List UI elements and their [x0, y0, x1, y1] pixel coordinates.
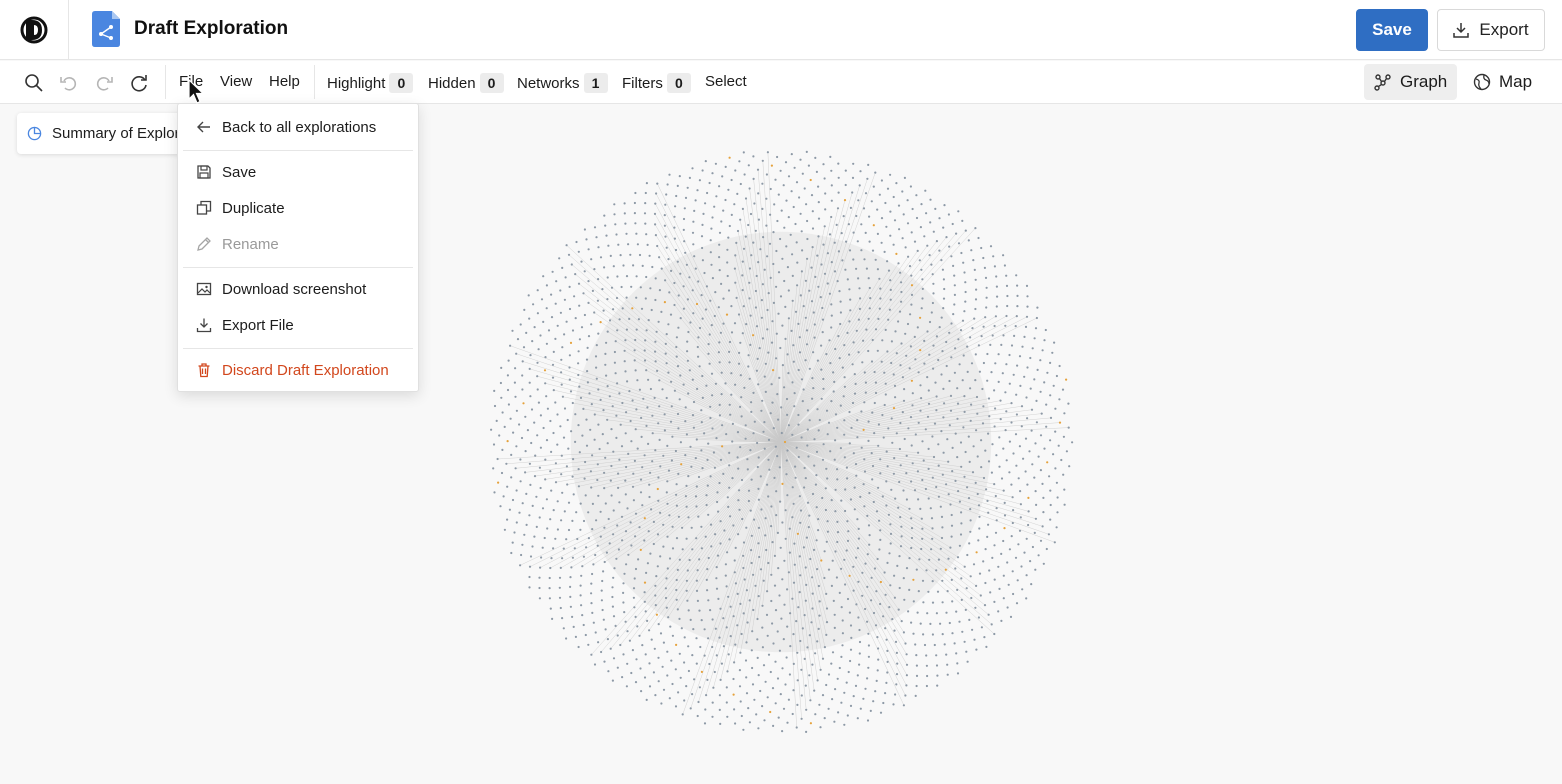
- hidden-toggle[interactable]: Hidden 0: [428, 73, 504, 93]
- highlight-toggle[interactable]: Highlight 0: [327, 73, 414, 93]
- menu-item-discard[interactable]: Discard Draft Exploration: [178, 353, 418, 387]
- graph-icon: [1374, 74, 1391, 91]
- redo-icon[interactable]: [93, 72, 115, 94]
- duplicate-icon: [196, 200, 212, 216]
- app-header: Draft Exploration Save Export: [0, 0, 1562, 60]
- networks-label: Networks: [517, 74, 580, 92]
- toolbar-divider: [165, 65, 166, 99]
- globe-icon: [1473, 73, 1491, 91]
- refresh-icon[interactable]: [128, 72, 150, 94]
- menu-item-back-to-explorations[interactable]: Back to all explorations: [178, 110, 418, 144]
- undo-icon[interactable]: [58, 72, 80, 94]
- document-icon: [92, 11, 120, 47]
- filters-count: 0: [666, 73, 691, 93]
- graph-view-button[interactable]: Graph: [1364, 64, 1458, 100]
- hidden-count: 0: [479, 73, 504, 93]
- menu-item-label: Back to all explorations: [222, 118, 377, 136]
- pencil-icon: [196, 236, 212, 252]
- image-icon: [196, 281, 212, 297]
- map-view-button[interactable]: Map: [1463, 64, 1542, 100]
- menu-view[interactable]: View: [220, 73, 252, 90]
- map-view-label: Map: [1499, 72, 1533, 91]
- export-button[interactable]: Export: [1437, 9, 1545, 51]
- menu-item-export-file[interactable]: Export File: [178, 308, 418, 342]
- highlight-count: 0: [389, 73, 414, 93]
- toolbar-divider: [314, 65, 315, 99]
- select-button[interactable]: Select: [705, 73, 747, 90]
- menu-item-save[interactable]: Save: [178, 155, 418, 189]
- mouse-cursor-icon: [188, 79, 205, 104]
- menu-divider: [183, 150, 413, 151]
- pie-chart-icon: [27, 126, 42, 141]
- menu-item-label: Save: [222, 163, 257, 181]
- menu-help[interactable]: Help: [269, 73, 300, 90]
- file-menu-dropdown: Back to all explorations Save Duplicate …: [177, 103, 419, 392]
- arrow-left-icon: [196, 119, 212, 135]
- menu-item-label: Export File: [222, 316, 294, 334]
- floppy-icon: [196, 164, 212, 180]
- app-logo[interactable]: [0, 0, 69, 60]
- save-button[interactable]: Save: [1356, 9, 1428, 51]
- menu-divider: [183, 267, 413, 268]
- menu-item-rename: Rename: [178, 227, 418, 261]
- menu-item-duplicate[interactable]: Duplicate: [178, 191, 418, 225]
- menu-item-label: Download screenshot: [222, 280, 367, 298]
- logo-icon: [20, 16, 48, 44]
- search-icon[interactable]: [23, 72, 45, 94]
- filters-label: Filters: [622, 74, 663, 92]
- summary-panel-toggle[interactable]: Summary of Explor: [17, 113, 192, 154]
- highlight-label: Highlight: [327, 74, 386, 92]
- hidden-label: Hidden: [428, 74, 476, 92]
- page-title: Draft Exploration: [134, 18, 289, 39]
- networks-toggle[interactable]: Networks 1: [517, 73, 608, 93]
- menu-item-label: Duplicate: [222, 199, 285, 217]
- menu-divider: [183, 348, 413, 349]
- menu-item-label: Rename: [222, 235, 279, 253]
- download-icon: [1453, 23, 1470, 38]
- summary-label: Summary of Explor: [52, 125, 180, 142]
- menu-item-download-screenshot[interactable]: Download screenshot: [178, 272, 418, 306]
- toolbar: File View Help Highlight 0 Hidden 0 Netw…: [0, 61, 1562, 104]
- networks-count: 1: [583, 73, 608, 93]
- graph-view-label: Graph: [1400, 72, 1448, 91]
- trash-icon: [196, 362, 212, 378]
- download-icon: [196, 317, 212, 333]
- filters-toggle[interactable]: Filters 0: [622, 73, 691, 93]
- network-graph[interactable]: [484, 145, 1078, 739]
- export-label: Export: [1479, 20, 1529, 39]
- menu-item-label: Discard Draft Exploration: [222, 361, 389, 379]
